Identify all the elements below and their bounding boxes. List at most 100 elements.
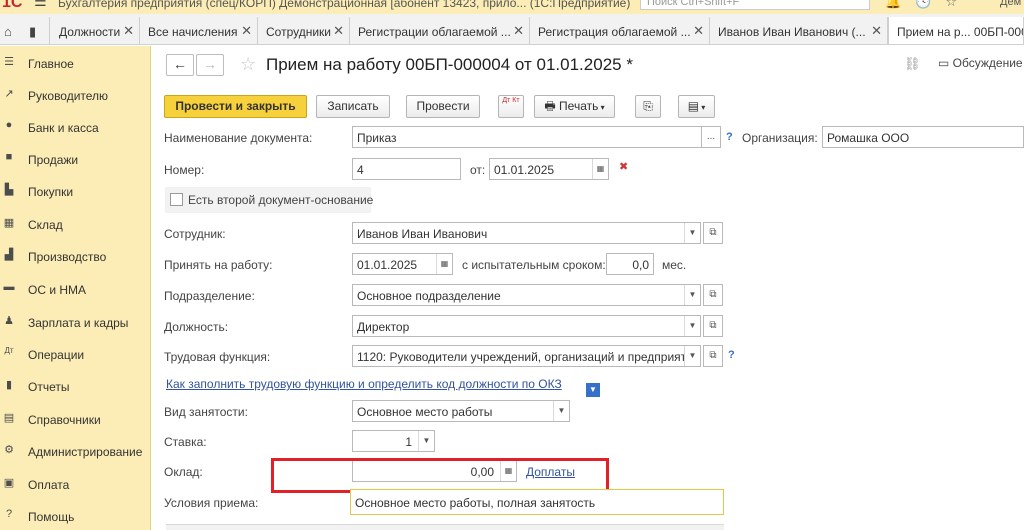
save-button[interactable]: Записать xyxy=(316,95,390,118)
expand-icon[interactable]: ▼ xyxy=(586,383,600,397)
labor-value: 1120: Руководители учреждений, организац… xyxy=(357,350,693,364)
menu-lines-icon: ☰ xyxy=(4,56,14,68)
dt-kt-icon: Дт xyxy=(4,346,14,355)
attach-button[interactable]: ⎘ xyxy=(635,95,661,118)
tab-label: Прием на р... 00БП-000 xyxy=(897,25,1024,39)
title-icons[interactable]: 🔔🕓☆ xyxy=(885,0,971,10)
discussion-button[interactable]: ▭ Обсуждение xyxy=(938,56,1023,70)
star-icon[interactable]: ☆ xyxy=(240,54,256,75)
calendar-icon[interactable]: ▦ xyxy=(436,254,452,274)
sidebar-item-operations[interactable]: Дт Операции xyxy=(0,340,151,368)
clipboard-icon: ▤ xyxy=(687,99,700,113)
1c-logo[interactable]: 1С xyxy=(2,0,24,11)
rate-field[interactable]: 1 ▼ xyxy=(352,430,435,452)
sidebar-item-payroll[interactable]: ♟ Зарплата и кадры xyxy=(0,308,151,336)
sidebar-item-payment[interactable]: ▣ Оплата xyxy=(0,470,151,498)
trial-label: с испытательным сроком: xyxy=(462,258,606,272)
link-icon[interactable]: ⛓ xyxy=(904,56,921,72)
close-icon[interactable]: ✕ xyxy=(693,23,704,39)
chevron-down-icon: ▾ xyxy=(699,103,706,112)
position-field[interactable]: Директор ▼ xyxy=(352,315,701,337)
employment-field[interactable]: Основное место работы ▼ xyxy=(352,400,570,422)
forward-button[interactable]: → xyxy=(196,54,224,76)
back-button[interactable]: ← xyxy=(166,54,194,76)
tab-hire-document[interactable]: Прием на р... 00БП-000 xyxy=(888,17,1024,44)
employee-value: Иванов Иван Иванович xyxy=(357,227,488,241)
print-button[interactable]: 🖶 Печать ▾ xyxy=(534,95,615,118)
payment-icon: ▣ xyxy=(3,477,15,489)
conditions-field[interactable]: Основное место работы, полная занятость xyxy=(350,489,724,515)
chevron-down-icon[interactable]: ▼ xyxy=(553,401,569,421)
open-icon[interactable]: ⧉ xyxy=(703,345,723,367)
open-icon[interactable]: ⧉ xyxy=(703,284,723,306)
tab-positions[interactable]: Должности ✕ xyxy=(51,17,140,44)
sidebar-item-purchases[interactable]: ▙ Покупки xyxy=(0,177,151,205)
post-and-close-button[interactable]: Провести и закрыть xyxy=(164,95,307,118)
clear-date-icon[interactable]: ✖ xyxy=(619,160,628,173)
user-name[interactable]: Дем xyxy=(1000,0,1021,8)
more-actions-button[interactable]: ▤ ▾ xyxy=(678,95,715,118)
tab-registration[interactable]: Регистрация облагаемой ... ✕ xyxy=(530,17,710,44)
bag-icon: ■ xyxy=(5,151,13,163)
employee-field[interactable]: Иванов Иван Иванович ▼ xyxy=(352,222,701,244)
okz-help-link[interactable]: Как заполнить трудовую функцию и определ… xyxy=(166,377,562,391)
select-button[interactable]: ... xyxy=(701,126,721,148)
chevron-down-icon[interactable]: ▼ xyxy=(684,316,700,336)
sidebar-item-bank[interactable]: ● Банк и касса xyxy=(0,113,151,141)
print-label: Печать xyxy=(559,99,599,113)
doc-name-label: Наименование документа: xyxy=(164,131,313,145)
chevron-down-icon[interactable]: ▼ xyxy=(684,346,700,366)
search-input[interactable]: Поиск Ctrl+Shift+F xyxy=(640,0,870,10)
help-icon: ? xyxy=(5,508,13,520)
home-icon[interactable]: ⌂ xyxy=(0,17,22,44)
close-icon[interactable]: ✕ xyxy=(241,23,252,39)
tab-employees[interactable]: Сотрудники ✕ xyxy=(258,17,350,44)
sidebar-item-reports[interactable]: ▮ Отчеты xyxy=(0,372,151,400)
sidebar-item-help[interactable]: ? Помощь xyxy=(0,502,151,530)
tab-ivanov[interactable]: Иванов Иван Иванович (... ✕ xyxy=(710,17,888,44)
open-icon[interactable]: ⧉ xyxy=(703,315,723,337)
labor-label: Трудовая функция: xyxy=(164,350,271,364)
main-menu-icon[interactable]: ☰ xyxy=(34,0,47,10)
sidebar-item-fixed-assets[interactable]: ▬ ОС и НМА xyxy=(0,275,151,303)
calendar-icon[interactable]: ▦ xyxy=(592,159,608,179)
help-icon[interactable]: ? xyxy=(728,349,735,361)
tab-label: Должности xyxy=(59,25,121,39)
from-label: от: xyxy=(470,163,486,177)
chevron-down-icon[interactable]: ▼ xyxy=(684,223,700,243)
second-doc-checkbox[interactable] xyxy=(170,193,183,206)
sidebar-item-sales[interactable]: ■ Продажи xyxy=(0,145,151,173)
employee-label: Сотрудник: xyxy=(164,227,226,241)
sidebar-item-production[interactable]: ▟ Производство xyxy=(0,242,151,270)
sidebar-item-label: Справочники xyxy=(28,413,101,427)
date-field[interactable]: 01.01.2025 ▦ xyxy=(489,158,609,180)
open-icon[interactable]: ⧉ xyxy=(703,222,723,244)
chevron-down-icon[interactable]: ▼ xyxy=(418,431,434,451)
close-icon[interactable]: ✕ xyxy=(333,23,344,39)
tab-all-accruals[interactable]: Все начисления ✕ xyxy=(140,17,258,44)
dept-field[interactable]: Основное подразделение ▼ xyxy=(352,284,701,306)
sidebar-item-main[interactable]: ☰ Главное xyxy=(0,49,151,77)
labor-field[interactable]: 1120: Руководители учреждений, организац… xyxy=(352,345,701,367)
sidebar-item-catalogs[interactable]: ▤ Справочники xyxy=(0,405,151,433)
help-icon[interactable]: ? xyxy=(726,131,733,143)
sidebar-item-warehouse[interactable]: ▦ Склад xyxy=(0,210,151,238)
tab-registrations[interactable]: Регистрации облагаемой ... ✕ xyxy=(350,17,530,44)
post-button[interactable]: Провести xyxy=(406,95,480,118)
chat-icon[interactable]: ▮ xyxy=(22,17,50,44)
close-icon[interactable]: ✕ xyxy=(871,23,882,39)
tab-label: Иванов Иван Иванович (... xyxy=(718,25,866,39)
sidebar-item-director[interactable]: ↗ Руководителю xyxy=(0,81,151,109)
close-icon[interactable]: ✕ xyxy=(123,23,134,39)
hire-date-field[interactable]: 01.01.2025 ▦ xyxy=(352,253,453,275)
org-field[interactable]: Ромашка ООО xyxy=(822,126,1024,148)
hire-date-value: 01.01.2025 xyxy=(357,258,418,272)
doc-name-field[interactable]: Приказ xyxy=(352,126,721,148)
number-field[interactable]: 4 xyxy=(352,158,461,180)
chevron-down-icon[interactable]: ▼ xyxy=(684,285,700,305)
trial-field[interactable]: 0,0 xyxy=(606,253,654,275)
dt-kt-button[interactable]: Дт Кт xyxy=(498,95,524,118)
second-doc-checkbox-row[interactable]: Есть второй документ-основание xyxy=(165,187,373,213)
sidebar-item-admin[interactable]: ⚙ Администрирование xyxy=(0,437,151,465)
close-icon[interactable]: ✕ xyxy=(513,23,524,39)
